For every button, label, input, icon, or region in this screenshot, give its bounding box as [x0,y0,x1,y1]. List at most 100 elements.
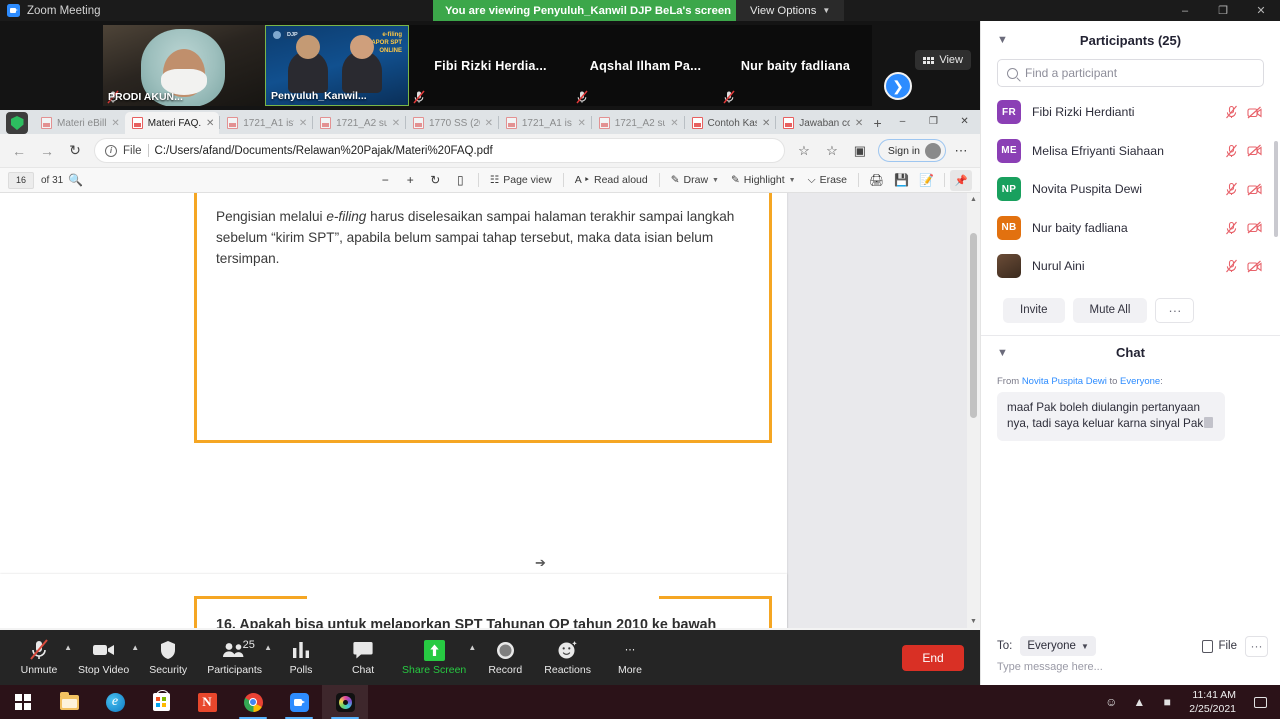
browser-minimize-button[interactable]: – [887,110,918,132]
participants-list[interactable]: FR Fibi Rizki Herdianti ME Melisa Efriya… [981,93,1280,286]
back-button[interactable]: ← [6,138,32,164]
video-tile-nur-baity[interactable]: Nur baity fadliana [719,25,872,106]
toolbar-reactions-button[interactable]: Reactions [536,635,599,681]
close-icon[interactable]: ✕ [299,118,307,129]
browser-maximize-button[interactable]: ❐ [918,110,949,132]
chat-recipient-dropdown[interactable]: Everyone ▼ [1020,636,1096,656]
forward-button[interactable]: → [34,138,60,164]
browser-tab-8[interactable]: Jawaban conto ✕ [776,112,868,134]
taskbar-zoom[interactable] [276,685,322,719]
participant-row[interactable]: ME Melisa Efriyanti Siahaan [981,132,1280,171]
taskbar-microsoft-store[interactable] [138,685,184,719]
chat-more-button[interactable]: ··· [1245,635,1268,657]
pdf-viewport[interactable]: 15. Data e-filing apabila sudah diisi na… [0,193,980,628]
toolbar-polls-button[interactable]: Polls [270,635,332,681]
zoom-in-icon[interactable]: + [398,169,423,191]
close-button[interactable]: ✕ [1242,0,1280,21]
meet-now-people-icon[interactable]: ☺ [1097,685,1125,719]
participant-search-input[interactable]: Find a participant [997,59,1264,87]
browser-close-button[interactable]: ✕ [949,110,980,132]
scroll-up-arrow-icon[interactable]: ▲ [967,193,980,206]
pdf-scrollbar[interactable]: ▲ ▼ [967,193,980,628]
browser-tab-3[interactable]: 1721_A2 suami ✕ [313,112,405,134]
toolbar-security-button[interactable]: Security [137,635,199,681]
participants-more-button[interactable]: ··· [1155,297,1195,323]
participants-scrollbar-thumb[interactable] [1274,141,1278,237]
close-icon[interactable]: ✕ [670,118,678,129]
close-icon[interactable]: ✕ [111,118,119,129]
browser-tab-4[interactable]: 1770 SS (2015) ✕ [406,112,498,134]
taskbar-obs-studio[interactable] [322,685,368,719]
toolbar-stop-video-button[interactable]: Stop Video ▲ [70,635,139,681]
chevron-down-icon[interactable]: ▼ [789,177,796,184]
show-hidden-icons-chevron-icon[interactable]: ▲ [1125,685,1153,719]
toolbar-chat-button[interactable]: Chat [332,635,394,681]
extensions-icon[interactable]: ▣ [847,138,873,164]
chevron-down-icon[interactable]: ▼ [712,177,719,184]
notes-icon[interactable]: 📝 [914,169,939,191]
close-icon[interactable]: ✕ [855,118,863,129]
browser-settings-menu-icon[interactable]: ⋯ [948,138,974,164]
next-participants-arrow-icon[interactable]: ❯ [884,72,912,100]
close-icon[interactable]: ✕ [762,118,770,129]
toolbar-participants-button[interactable]: 25 Participants ▲ [199,635,272,681]
rotate-icon[interactable]: ↻ [423,169,448,191]
invite-button[interactable]: Invite [1003,297,1065,323]
close-icon[interactable]: ✕ [485,118,493,129]
fit-to-page-icon[interactable]: ▯ [448,169,473,191]
reload-button[interactable]: ↻ [62,138,88,164]
browser-tab-5[interactable]: 1721_A1 istri.p ✕ [499,112,591,134]
view-layout-button[interactable]: View [915,50,971,70]
read-aloud-button[interactable]: A ‣ Read aloud [569,169,654,191]
browser-tab-7[interactable]: Contoh Kasus ✕ [685,112,776,134]
print-icon[interactable]: 🖨 [864,169,889,191]
close-icon[interactable]: ✕ [206,118,214,129]
maximize-button[interactable]: ❐ [1204,0,1242,21]
taskbar-google-chrome[interactable] [230,685,276,719]
toolbar-unmute-button[interactable]: Unmute ▲ [8,635,72,681]
participant-row[interactable]: NP Novita Puspita Dewi [981,170,1280,209]
toolbar-share-screen-button[interactable]: Share Screen ▲ [394,635,476,681]
zoom-out-icon[interactable]: − [373,169,398,191]
collapse-chevron-icon[interactable]: ▼ [997,34,1008,46]
taskbar-microsoft-edge[interactable] [92,685,138,719]
start-button[interactable] [0,685,46,719]
video-tile-aqshal-ilham[interactable]: Aqshal Ilham Pa... [572,25,719,106]
notification-center-button[interactable] [1244,685,1276,719]
taskbar-clock[interactable]: 11:41 AM 2/25/2021 [1181,688,1244,716]
scroll-down-arrow-icon[interactable]: ▼ [967,615,980,628]
collections-icon[interactable]: ☆ [819,138,845,164]
toolbar-record-button[interactable]: Record [474,635,536,681]
address-input[interactable]: i File C:/Users/afand/Documents/Relawan%… [94,138,785,163]
pin-toolbar-icon[interactable]: 📌 [950,169,972,191]
taskbar-file-explorer[interactable] [46,685,92,719]
toolbar-more-button[interactable]: ⋯ More [599,635,661,681]
browser-tab-6[interactable]: 1721_A2 suami ✕ [592,112,684,134]
minimize-button[interactable]: – [1166,0,1204,21]
highlight-button[interactable]: ✎ Highlight ▼ [725,169,802,191]
browser-tab-1[interactable]: Materi FAQ.pdf ✕ [124,112,220,134]
chat-message-bubble[interactable]: maaf Pak boleh diulangin pertanyaan nya,… [997,391,1225,441]
chat-file-button[interactable]: File [1202,639,1237,653]
info-icon[interactable]: i [105,144,117,157]
end-meeting-button[interactable]: End [902,644,964,671]
view-options-button[interactable]: View Options ▼ [736,0,845,21]
collapse-chevron-icon[interactable]: ▼ [997,347,1008,359]
video-tile-penyuluh-kanwil[interactable]: DJP e-filing LAPOR SPT ONLINE Penyuluh_Kan… [265,25,409,106]
video-tile-fibi-rizki[interactable]: Fibi Rizki Herdia... [409,25,572,106]
participant-row[interactable]: NB Nur baity fadliana [981,209,1280,248]
save-icon[interactable]: 💾 [889,169,914,191]
sign-in-button[interactable]: Sign in [877,139,946,162]
participant-row[interactable]: Nurul Aini [981,247,1280,286]
pdf-scrollbar-thumb[interactable] [970,233,977,418]
browser-tab-0[interactable]: Materi eBilling ✕ [34,112,125,134]
chat-message-input[interactable]: Type message here... [981,661,1280,685]
close-icon[interactable]: ✕ [392,118,400,129]
participant-row[interactable]: FR Fibi Rizki Herdianti [981,93,1280,132]
video-tile-prodi-akun[interactable]: PRODI AKUN... [103,25,265,106]
pdf-search-icon[interactable]: 🔍 [63,169,88,191]
pdf-page-number-input[interactable]: 16 [8,171,34,189]
browser-tab-2[interactable]: 1721_A1 istri.p ✕ [220,112,312,134]
favorite-star-icon[interactable]: ☆ [791,138,817,164]
mute-all-button[interactable]: Mute All [1072,297,1148,323]
